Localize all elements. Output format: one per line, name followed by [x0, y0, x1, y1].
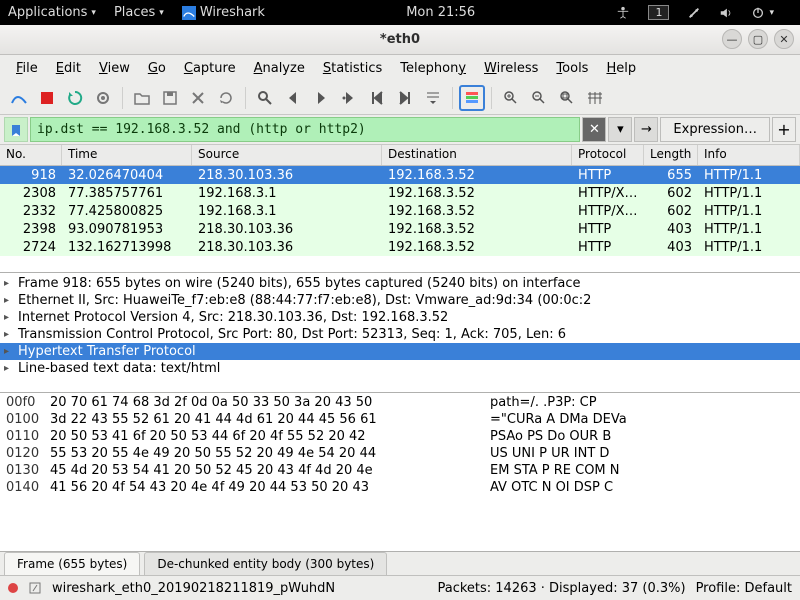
- hex-row[interactable]: 012055 53 20 55 4e 49 20 50 55 52 20 49 …: [6, 446, 794, 463]
- restart-capture-button[interactable]: [62, 85, 88, 111]
- zoom-reset-button[interactable]: [554, 85, 580, 111]
- bytes-tabs: Frame (655 bytes) De-chunked entity body…: [0, 552, 800, 576]
- wireshark-icon: [182, 6, 196, 20]
- clock[interactable]: Mon 21:56: [406, 5, 475, 20]
- menu-file[interactable]: File: [8, 58, 46, 79]
- apply-filter-button[interactable]: ▾: [608, 117, 632, 142]
- menu-capture[interactable]: Capture: [176, 58, 244, 79]
- go-back-button[interactable]: [280, 85, 306, 111]
- add-filter-button[interactable]: +: [772, 117, 796, 142]
- open-file-button[interactable]: [129, 85, 155, 111]
- filter-expression-button[interactable]: Expression…: [660, 117, 770, 142]
- hex-row[interactable]: 011020 50 53 41 6f 20 50 53 44 6f 20 4f …: [6, 429, 794, 446]
- auto-scroll-button[interactable]: [420, 85, 446, 111]
- active-app-indicator[interactable]: Wireshark: [182, 5, 265, 20]
- stop-capture-button[interactable]: [34, 85, 60, 111]
- hex-row[interactable]: 013045 4d 20 53 54 41 20 50 52 45 20 43 …: [6, 463, 794, 480]
- detail-row[interactable]: ▸Transmission Control Protocol, Src Port…: [0, 326, 800, 343]
- start-capture-button[interactable]: [6, 85, 32, 111]
- capture-file-icon: [28, 581, 42, 595]
- bytes-tab-dechunked[interactable]: De-chunked entity body (300 bytes): [144, 552, 387, 575]
- packet-row[interactable]: 91832.026470404218.30.103.36192.168.3.52…: [0, 166, 800, 184]
- reload-button[interactable]: [213, 85, 239, 111]
- goto-last-button[interactable]: [392, 85, 418, 111]
- clear-filter-button[interactable]: ✕: [582, 117, 606, 142]
- filter-bookmark-button[interactable]: [4, 117, 28, 142]
- packet-row[interactable]: 230877.385757761192.168.3.1192.168.3.52H…: [0, 184, 800, 202]
- menu-view[interactable]: View: [91, 58, 138, 79]
- close-file-button[interactable]: [185, 85, 211, 111]
- packet-list-pane: No. Time Source Destination Protocol Len…: [0, 145, 800, 273]
- resize-columns-button[interactable]: [582, 85, 608, 111]
- window-titlebar: *eth0 — ▢ ✕: [0, 25, 800, 55]
- packet-row[interactable]: 2724132.162713998218.30.103.36192.168.3.…: [0, 238, 800, 256]
- hex-row[interactable]: 00f020 70 61 74 68 3d 2f 0d 0a 50 33 50 …: [6, 395, 794, 412]
- places-menu[interactable]: Places▾: [114, 5, 164, 20]
- volume-tray-icon[interactable]: [719, 6, 733, 20]
- menu-statistics[interactable]: Statistics: [315, 58, 390, 79]
- packet-row[interactable]: 233277.425800825192.168.3.1192.168.3.52H…: [0, 202, 800, 220]
- packets-count-label: Packets: 14263 · Displayed: 37 (0.3%): [437, 581, 685, 596]
- packet-row[interactable]: 239893.090781953218.30.103.36192.168.3.5…: [0, 220, 800, 238]
- zoom-in-button[interactable]: [498, 85, 524, 111]
- applications-menu[interactable]: Applications▾: [8, 5, 96, 20]
- detail-row[interactable]: ▸Ethernet II, Src: HuaweiTe_f7:eb:e8 (88…: [0, 292, 800, 309]
- packet-list-body[interactable]: 91832.026470404218.30.103.36192.168.3.52…: [0, 166, 800, 272]
- detail-row[interactable]: ▸Frame 918: 655 bytes on wire (5240 bits…: [0, 275, 800, 292]
- menu-analyze[interactable]: Analyze: [246, 58, 313, 79]
- packet-bytes-pane[interactable]: 00f020 70 61 74 68 3d 2f 0d 0a 50 33 50 …: [0, 393, 800, 552]
- detail-row[interactable]: ▸Hypertext Transfer Protocol: [0, 343, 800, 360]
- zoom-out-button[interactable]: [526, 85, 552, 111]
- save-file-button[interactable]: [157, 85, 183, 111]
- detail-row[interactable]: ▸Line-based text data: text/html: [0, 360, 800, 377]
- desktop-top-bar: Applications▾ Places▾ Wireshark Mon 21:5…: [0, 0, 800, 25]
- menu-telephony[interactable]: Telephony: [392, 58, 474, 79]
- close-button[interactable]: ✕: [774, 29, 794, 49]
- settings-tray-icon[interactable]: [687, 6, 701, 20]
- accessibility-icon[interactable]: [616, 6, 630, 20]
- bytes-tab-frame[interactable]: Frame (655 bytes): [4, 552, 140, 575]
- display-filter-input[interactable]: ip.dst == 192.168.3.52 and (http or http…: [30, 117, 580, 142]
- menu-go[interactable]: Go: [140, 58, 174, 79]
- goto-first-button[interactable]: [364, 85, 390, 111]
- detail-row[interactable]: ▸Internet Protocol Version 4, Src: 218.3…: [0, 309, 800, 326]
- hex-row[interactable]: 01003d 22 43 55 52 61 20 41 44 4d 61 20 …: [6, 412, 794, 429]
- status-bar: wireshark_eth0_20190218211819_pWuhdN Pac…: [0, 576, 800, 600]
- maximize-button[interactable]: ▢: [748, 29, 768, 49]
- main-toolbar: [0, 81, 800, 115]
- capture-options-button[interactable]: [90, 85, 116, 111]
- minimize-button[interactable]: —: [722, 29, 742, 49]
- colorize-button[interactable]: [459, 85, 485, 111]
- menu-edit[interactable]: Edit: [48, 58, 89, 79]
- menu-wireless[interactable]: Wireless: [476, 58, 546, 79]
- menu-tools[interactable]: Tools: [548, 58, 596, 79]
- goto-packet-button[interactable]: [336, 85, 362, 111]
- expert-info-button[interactable]: [8, 583, 18, 593]
- packet-list-header[interactable]: No. Time Source Destination Protocol Len…: [0, 145, 800, 166]
- recent-filters-button[interactable]: →: [634, 117, 658, 142]
- hex-row[interactable]: 014041 56 20 4f 54 43 20 4e 4f 49 20 44 …: [6, 480, 794, 497]
- profile-label[interactable]: Profile: Default: [696, 581, 792, 596]
- display-filter-bar: ip.dst == 192.168.3.52 and (http or http…: [0, 115, 800, 145]
- workspace-indicator[interactable]: 1: [648, 5, 669, 20]
- power-tray-icon[interactable]: ▾: [751, 6, 774, 20]
- packet-details-pane[interactable]: ▸Frame 918: 655 bytes on wire (5240 bits…: [0, 273, 800, 393]
- menubar: File Edit View Go Capture Analyze Statis…: [0, 55, 800, 81]
- window-title: *eth0: [380, 32, 420, 47]
- go-forward-button[interactable]: [308, 85, 334, 111]
- capture-file-name[interactable]: wireshark_eth0_20190218211819_pWuhdN: [52, 581, 427, 596]
- find-packet-button[interactable]: [252, 85, 278, 111]
- menu-help[interactable]: Help: [598, 58, 644, 79]
